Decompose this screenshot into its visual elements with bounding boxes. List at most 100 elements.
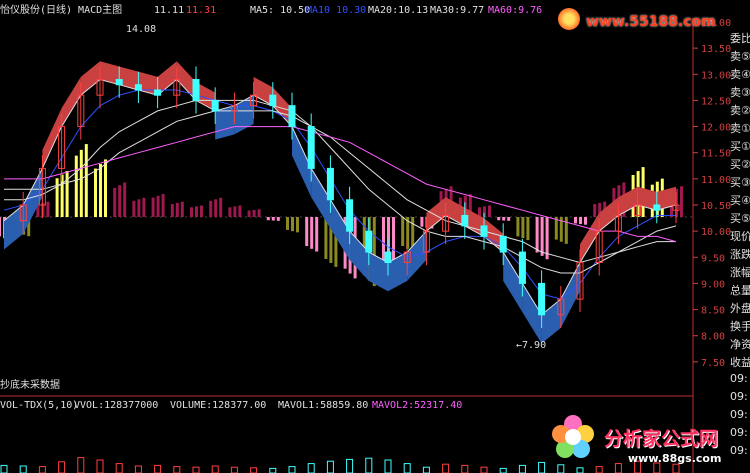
macd-bar (132, 200, 136, 217)
brand-name: 分析家公式网 (604, 428, 719, 450)
volume-bar (672, 463, 680, 473)
side-label: 09: (730, 390, 748, 403)
macd-bar (535, 217, 539, 253)
macd-bar (315, 217, 319, 252)
macd-bar (104, 159, 107, 217)
candle-body (115, 79, 123, 86)
macd-bar (310, 217, 314, 249)
macd-bar (266, 217, 270, 221)
macd-bar (247, 210, 251, 217)
macd-bar (507, 217, 511, 221)
price-tick-label: 9.50 (701, 253, 725, 264)
macd-bar (574, 217, 577, 224)
side-label: 卖① (730, 122, 750, 135)
macd-bar (521, 217, 525, 239)
side-label: 买① (730, 140, 750, 153)
candle-body (499, 235, 507, 253)
brand-flower-icon (548, 412, 598, 462)
side-label: 买④ (730, 194, 750, 207)
candle-body (269, 94, 277, 107)
side-label: 净资 (730, 338, 750, 351)
macd-bar (291, 217, 294, 232)
macd-bar (271, 217, 275, 221)
price-tick-label: 13.00 (701, 70, 731, 81)
volume-bar (326, 460, 334, 473)
macd-bar (79, 149, 83, 217)
candle-body (480, 225, 488, 237)
stock-chart-window: 7.50 8.00 8.50 9.00 9.50 10.00 10.50 11.00 11.50… (0, 0, 750, 473)
candle-body (365, 230, 373, 253)
macd-bar (296, 217, 299, 233)
price-tick-label: 12.50 (701, 96, 731, 107)
macd-bar (228, 207, 232, 217)
side-label: 买③ (730, 176, 750, 189)
side-label: 卖⑤ (730, 50, 750, 63)
price-tick-label: 12.00 (701, 123, 731, 134)
volume-bar (96, 459, 104, 473)
price-tick-label: 11.50 (701, 149, 731, 160)
macd-bar (593, 204, 597, 217)
macd-bar (488, 205, 491, 217)
volume-value: VOLUME:128377.00 (170, 400, 267, 411)
macd-bar (170, 204, 174, 217)
volume-bar (518, 464, 526, 473)
chart-header: 怡仪股份(日线) MACD主图 (0, 5, 122, 17)
side-label: 买② (730, 158, 750, 171)
macd-bar (233, 206, 237, 217)
price-left: 11.11 (154, 5, 185, 16)
chart-note: 抄底未采数据 (0, 380, 60, 391)
macd-bar (420, 217, 424, 227)
volume-bar (499, 467, 507, 473)
macd-bar (324, 217, 328, 259)
volume-bar (442, 463, 450, 473)
candle-body (461, 214, 469, 227)
macd-bar (151, 197, 155, 217)
volume-bar (538, 461, 546, 473)
macd-bar (180, 201, 184, 217)
price-tick-label: 8.50 (701, 306, 725, 317)
high-price-annotation: 14.08 (126, 24, 157, 35)
macd-bar (286, 217, 289, 230)
macd-bar (113, 187, 117, 217)
volume-bar (134, 465, 142, 473)
macd-bar (99, 163, 102, 217)
side-label: 涨跌 (730, 248, 750, 261)
side-label: 卖④ (730, 68, 750, 81)
macd-bar (156, 195, 160, 217)
macd-bar (0, 217, 1, 237)
volume-bar (422, 466, 430, 473)
macd-bar (200, 205, 203, 217)
macd-bar (252, 209, 256, 217)
macd-bar (137, 199, 141, 217)
macd-bar (526, 217, 530, 241)
side-label: 09: (730, 372, 748, 385)
price-right: 11.31 (186, 5, 217, 16)
side-label: 买⑤ (730, 212, 750, 225)
price-axis-ticks: 7.50 8.00 8.50 9.00 9.50 10.00 10.50 11.00 11.50… (693, 18, 731, 369)
candle-body (192, 79, 200, 101)
volume-bar (0, 464, 8, 473)
macd-bar (540, 217, 544, 256)
vol-indicator-name: VOL-TDX(5,10) (0, 400, 79, 411)
side-label: 外盘 (730, 302, 750, 315)
volume-bar (58, 461, 66, 473)
mavol2-value: MAVOL2:52317.40 (372, 400, 463, 411)
candle-body (307, 126, 315, 169)
price-tick-label: 13.50 (701, 44, 731, 55)
chart-title: 怡仪股份(日线) MACD主图 (0, 5, 123, 16)
volume-bar (595, 466, 603, 473)
vvol-value: VVOL:128377000 (74, 400, 159, 411)
side-label: 09: (730, 426, 748, 439)
candle-body (538, 282, 546, 316)
price-tick-label: 9.00 (701, 279, 725, 290)
macd-bar (401, 217, 405, 247)
macd-bar (502, 217, 506, 221)
macd-bar (564, 217, 568, 244)
macd-bar (214, 199, 218, 217)
volume-bar (614, 463, 622, 473)
ma30-label: MA30:9.77 (430, 5, 485, 16)
side-label: 现价 (730, 230, 750, 243)
macd-bar (305, 217, 309, 247)
candle-body (346, 199, 354, 232)
volume-bar (480, 466, 488, 473)
